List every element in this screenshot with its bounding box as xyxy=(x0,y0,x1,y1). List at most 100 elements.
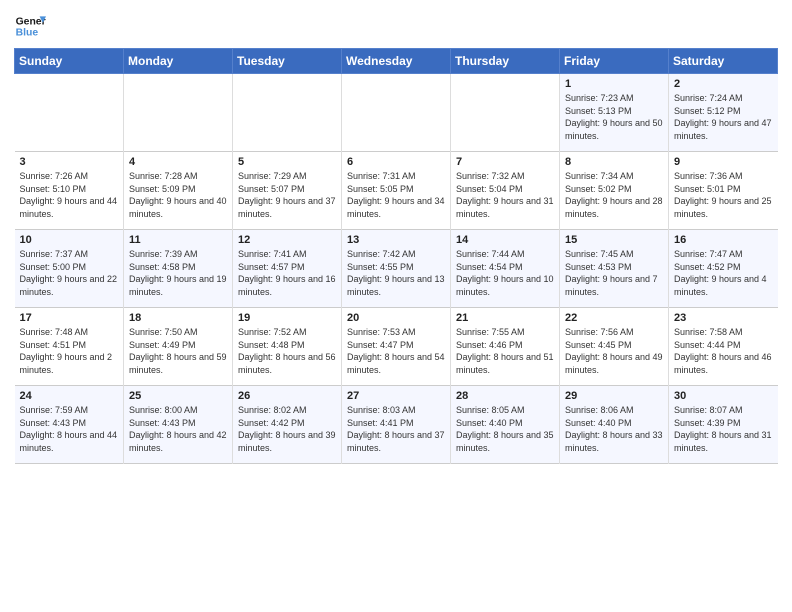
day-info: Sunrise: 8:05 AM Sunset: 4:40 PM Dayligh… xyxy=(456,404,554,454)
day-number: 10 xyxy=(20,234,119,246)
day-number: 25 xyxy=(129,390,227,402)
day-info: Sunrise: 7:41 AM Sunset: 4:57 PM Dayligh… xyxy=(238,248,336,298)
calendar-cell: 6 Sunrise: 7:31 AM Sunset: 5:05 PM Daylig… xyxy=(342,152,451,230)
day-number: 22 xyxy=(565,312,663,324)
day-info: Sunrise: 7:59 AM Sunset: 4:43 PM Dayligh… xyxy=(20,404,119,454)
calendar-cell: 7 Sunrise: 7:32 AM Sunset: 5:04 PM Daylig… xyxy=(451,152,560,230)
logo: General Blue xyxy=(14,10,46,42)
calendar-cell: 13 Sunrise: 7:42 AM Sunset: 4:55 PM Dayli… xyxy=(342,230,451,308)
day-info: Sunrise: 7:44 AM Sunset: 4:54 PM Dayligh… xyxy=(456,248,554,298)
day-info: Sunrise: 7:52 AM Sunset: 4:48 PM Dayligh… xyxy=(238,326,336,376)
calendar-week-row: 17 Sunrise: 7:48 AM Sunset: 4:51 PM Dayli… xyxy=(15,308,778,386)
day-number: 1 xyxy=(565,78,663,90)
day-info: Sunrise: 8:02 AM Sunset: 4:42 PM Dayligh… xyxy=(238,404,336,454)
header: General Blue xyxy=(14,10,778,42)
calendar-header-row: SundayMondayTuesdayWednesdayThursdayFrid… xyxy=(15,49,778,74)
day-number: 23 xyxy=(674,312,773,324)
calendar-cell: 27Sunrise: 8:03 AM Sunset: 4:41 PM Dayli… xyxy=(342,386,451,464)
calendar-cell: 17 Sunrise: 7:48 AM Sunset: 4:51 PM Dayli… xyxy=(15,308,124,386)
col-header-sunday: Sunday xyxy=(15,49,124,74)
calendar-cell xyxy=(451,74,560,152)
calendar-week-row: 1 Sunrise: 7:23 AM Sunset: 5:13 PM Daylig… xyxy=(15,74,778,152)
day-number: 20 xyxy=(347,312,445,324)
calendar-cell xyxy=(15,74,124,152)
calendar-cell: 19 Sunrise: 7:52 AM Sunset: 4:48 PM Dayli… xyxy=(233,308,342,386)
day-info: Sunrise: 7:56 AM Sunset: 4:45 PM Dayligh… xyxy=(565,326,663,376)
day-number: 21 xyxy=(456,312,554,324)
calendar-cell: 11 Sunrise: 7:39 AM Sunset: 4:58 PM Dayli… xyxy=(124,230,233,308)
calendar-cell: 9 Sunrise: 7:36 AM Sunset: 5:01 PM Daylig… xyxy=(669,152,778,230)
day-number: 14 xyxy=(456,234,554,246)
day-info: Sunrise: 7:28 AM Sunset: 5:09 PM Dayligh… xyxy=(129,170,227,220)
day-info: Sunrise: 7:36 AM Sunset: 5:01 PM Dayligh… xyxy=(674,170,773,220)
col-header-thursday: Thursday xyxy=(451,49,560,74)
day-number: 3 xyxy=(20,156,119,168)
calendar-cell: 21 Sunrise: 7:55 AM Sunset: 4:46 PM Dayli… xyxy=(451,308,560,386)
day-number: 26 xyxy=(238,390,336,402)
day-number: 6 xyxy=(347,156,445,168)
day-number: 11 xyxy=(129,234,227,246)
day-info: Sunrise: 7:39 AM Sunset: 4:58 PM Dayligh… xyxy=(129,248,227,298)
calendar-cell: 12Sunrise: 7:41 AM Sunset: 4:57 PM Dayli… xyxy=(233,230,342,308)
calendar-cell: 15 Sunrise: 7:45 AM Sunset: 4:53 PM Dayli… xyxy=(560,230,669,308)
day-number: 17 xyxy=(20,312,119,324)
calendar-cell: 29 Sunrise: 8:06 AM Sunset: 4:40 PM Dayli… xyxy=(560,386,669,464)
col-header-tuesday: Tuesday xyxy=(233,49,342,74)
day-number: 9 xyxy=(674,156,773,168)
calendar-cell: 2Sunrise: 7:24 AM Sunset: 5:12 PM Daylig… xyxy=(669,74,778,152)
calendar-week-row: 10 Sunrise: 7:37 AM Sunset: 5:00 PM Dayli… xyxy=(15,230,778,308)
calendar-cell xyxy=(124,74,233,152)
day-info: Sunrise: 7:48 AM Sunset: 4:51 PM Dayligh… xyxy=(20,326,119,376)
day-info: Sunrise: 8:06 AM Sunset: 4:40 PM Dayligh… xyxy=(565,404,663,454)
day-info: Sunrise: 7:31 AM Sunset: 5:05 PM Dayligh… xyxy=(347,170,445,220)
day-number: 28 xyxy=(456,390,554,402)
calendar-cell: 4 Sunrise: 7:28 AM Sunset: 5:09 PM Daylig… xyxy=(124,152,233,230)
calendar-cell: 20 Sunrise: 7:53 AM Sunset: 4:47 PM Dayli… xyxy=(342,308,451,386)
day-info: Sunrise: 7:37 AM Sunset: 5:00 PM Dayligh… xyxy=(20,248,119,298)
day-info: Sunrise: 7:45 AM Sunset: 4:53 PM Dayligh… xyxy=(565,248,663,298)
calendar-table: SundayMondayTuesdayWednesdayThursdayFrid… xyxy=(14,48,778,464)
calendar-cell: 18Sunrise: 7:50 AM Sunset: 4:49 PM Dayli… xyxy=(124,308,233,386)
day-info: Sunrise: 7:55 AM Sunset: 4:46 PM Dayligh… xyxy=(456,326,554,376)
calendar-cell: 30 Sunrise: 8:07 AM Sunset: 4:39 PM Dayli… xyxy=(669,386,778,464)
day-info: Sunrise: 7:42 AM Sunset: 4:55 PM Dayligh… xyxy=(347,248,445,298)
day-number: 8 xyxy=(565,156,663,168)
col-header-wednesday: Wednesday xyxy=(342,49,451,74)
day-info: Sunrise: 7:32 AM Sunset: 5:04 PM Dayligh… xyxy=(456,170,554,220)
day-number: 19 xyxy=(238,312,336,324)
day-number: 27 xyxy=(347,390,445,402)
day-info: Sunrise: 8:07 AM Sunset: 4:39 PM Dayligh… xyxy=(674,404,773,454)
svg-text:Blue: Blue xyxy=(16,28,39,39)
day-number: 30 xyxy=(674,390,773,402)
page-container: General Blue SundayMondayTuesdayWednesda… xyxy=(0,0,792,474)
day-info: Sunrise: 7:26 AM Sunset: 5:10 PM Dayligh… xyxy=(20,170,119,220)
day-info: Sunrise: 7:34 AM Sunset: 5:02 PM Dayligh… xyxy=(565,170,663,220)
calendar-cell: 1 Sunrise: 7:23 AM Sunset: 5:13 PM Daylig… xyxy=(560,74,669,152)
day-number: 4 xyxy=(129,156,227,168)
day-info: Sunrise: 7:23 AM Sunset: 5:13 PM Dayligh… xyxy=(565,92,663,142)
col-header-monday: Monday xyxy=(124,49,233,74)
day-number: 18 xyxy=(129,312,227,324)
day-info: Sunrise: 7:24 AM Sunset: 5:12 PM Dayligh… xyxy=(674,92,773,142)
day-info: Sunrise: 7:58 AM Sunset: 4:44 PM Dayligh… xyxy=(674,326,773,376)
col-header-saturday: Saturday xyxy=(669,49,778,74)
day-number: 15 xyxy=(565,234,663,246)
calendar-cell: 23 Sunrise: 7:58 AM Sunset: 4:44 PM Dayli… xyxy=(669,308,778,386)
day-number: 29 xyxy=(565,390,663,402)
calendar-cell: 28 Sunrise: 8:05 AM Sunset: 4:40 PM Dayli… xyxy=(451,386,560,464)
day-number: 5 xyxy=(238,156,336,168)
day-number: 16 xyxy=(674,234,773,246)
calendar-cell: 26 Sunrise: 8:02 AM Sunset: 4:42 PM Dayli… xyxy=(233,386,342,464)
calendar-cell: 5 Sunrise: 7:29 AM Sunset: 5:07 PM Daylig… xyxy=(233,152,342,230)
calendar-cell: 24 Sunrise: 7:59 AM Sunset: 4:43 PM Dayli… xyxy=(15,386,124,464)
day-info: Sunrise: 7:53 AM Sunset: 4:47 PM Dayligh… xyxy=(347,326,445,376)
day-number: 13 xyxy=(347,234,445,246)
calendar-cell: 3 Sunrise: 7:26 AM Sunset: 5:10 PM Daylig… xyxy=(15,152,124,230)
col-header-friday: Friday xyxy=(560,49,669,74)
day-info: Sunrise: 7:29 AM Sunset: 5:07 PM Dayligh… xyxy=(238,170,336,220)
day-number: 24 xyxy=(20,390,119,402)
calendar-cell: 25Sunrise: 8:00 AM Sunset: 4:43 PM Dayli… xyxy=(124,386,233,464)
day-number: 7 xyxy=(456,156,554,168)
calendar-week-row: 24 Sunrise: 7:59 AM Sunset: 4:43 PM Dayli… xyxy=(15,386,778,464)
day-info: Sunrise: 7:47 AM Sunset: 4:52 PM Dayligh… xyxy=(674,248,773,298)
